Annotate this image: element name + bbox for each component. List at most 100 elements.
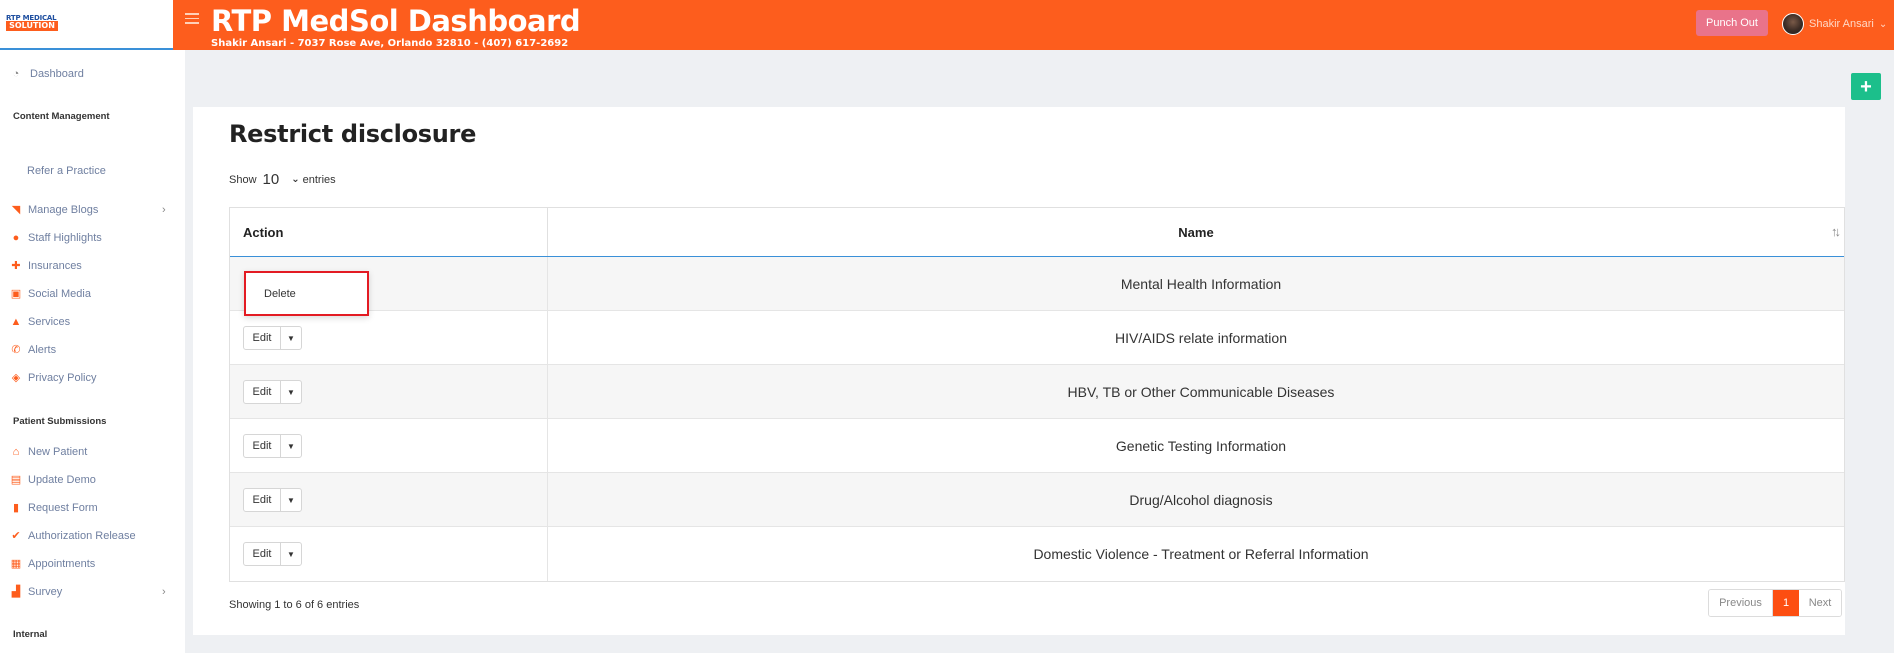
- table-info: Showing 1 to 6 of 6 entries: [229, 599, 360, 611]
- logo[interactable]: RTP MEDICAL SOLUTION: [0, 0, 173, 50]
- chevron-right-icon[interactable]: ›: [162, 204, 166, 216]
- edit-button-group: Edit ▼: [243, 542, 302, 566]
- sidebar-item-label: Authorization Release: [28, 530, 136, 542]
- page-1-button[interactable]: 1: [1773, 590, 1799, 616]
- column-header-name[interactable]: Name ↑↓: [548, 208, 1844, 256]
- show-label: Show: [229, 173, 257, 186]
- sidebar-item-services[interactable]: ▲ Services: [10, 316, 71, 328]
- caret-down-icon[interactable]: ▼: [281, 381, 301, 403]
- sort-icon[interactable]: ↑↓: [1831, 224, 1841, 239]
- user-name: Shakir Ansari: [1809, 18, 1874, 30]
- row-name: Drug/Alcohol diagnosis: [1129, 491, 1273, 508]
- sidebar-item-request-form[interactable]: ▮ Request Form: [10, 502, 98, 514]
- chevron-down-icon: ⌄: [1878, 18, 1888, 30]
- sidebar-item-staff-highlights[interactable]: ● Staff Highlights: [10, 232, 102, 244]
- chevron-right-icon[interactable]: ›: [162, 586, 166, 598]
- table-row: Edit ▼ HBV, TB or Other Communicable Dis…: [230, 365, 1844, 419]
- chevron-down-icon: ⌄: [291, 174, 300, 185]
- entries-length: Show 10 ⌄ entries: [229, 171, 336, 188]
- sidebar-item-label: Dashboard: [30, 68, 84, 80]
- sidebar-item-label: Alerts: [28, 344, 57, 356]
- sidebar-item-manage-blogs[interactable]: ◥ Manage Blogs: [10, 204, 99, 216]
- logo-main-text: SOLUTION: [6, 21, 58, 31]
- sidebar-item-social-media[interactable]: ▣ Social Media: [10, 288, 91, 300]
- avatar: [1782, 13, 1804, 35]
- top-header: RTP MEDICAL SOLUTION RTP MedSol Dashboar…: [0, 0, 1894, 50]
- sidebar-item-alerts[interactable]: ✆ Alerts: [10, 344, 56, 356]
- entries-value: 10: [262, 171, 280, 188]
- delete-menu-item[interactable]: Delete: [264, 288, 296, 300]
- edit-button-group: Edit ▼: [243, 434, 302, 458]
- sidebar-item-privacy-policy[interactable]: ◈ Privacy Policy: [10, 372, 97, 384]
- photos-icon: ▣: [10, 288, 22, 300]
- sidebar-item-label: Survey: [28, 586, 63, 598]
- sidebar-item-label: Manage Blogs: [28, 204, 99, 216]
- edit-button-group: Edit ▼: [243, 380, 302, 404]
- sidebar-item-label: New Patient: [28, 446, 88, 458]
- add-button[interactable]: +: [1851, 73, 1881, 100]
- edit-button[interactable]: Edit: [244, 543, 281, 565]
- edit-button[interactable]: Edit: [244, 381, 281, 403]
- sidebar-item-label: Staff Highlights: [28, 232, 102, 244]
- app-title: RTP MedSol Dashboard: [211, 4, 581, 38]
- actions-dropdown-menu: Delete: [244, 271, 369, 316]
- sidebar-item-dashboard[interactable]: ◔ Dashboard: [10, 68, 84, 80]
- edit-button-group: Edit ▼: [243, 326, 302, 350]
- row-actions: Edit ▼: [230, 419, 548, 472]
- hamburger-menu-icon[interactable]: [185, 13, 199, 25]
- column-header-label: Name: [1178, 224, 1214, 240]
- sidebar-item-appointments[interactable]: ▦ Appointments: [10, 558, 95, 570]
- sidebar-item-refer-practice[interactable]: Refer a Practice: [27, 165, 106, 177]
- sidebar-heading-patient: Patient Submissions: [13, 416, 107, 427]
- clipboard-check-icon: ✔: [11, 530, 21, 542]
- entries-select[interactable]: 10 ⌄: [263, 171, 300, 188]
- row-actions: Edit ▼: [230, 473, 548, 526]
- phone-icon: ✆: [11, 344, 21, 356]
- row-name: Domestic Violence - Treatment or Referra…: [1033, 546, 1369, 562]
- sidebar-item-label: Privacy Policy: [28, 372, 97, 384]
- table-row: Edit ▼ Drug/Alcohol diagnosis: [230, 473, 1844, 527]
- sidebar: ◔ Dashboard Content Management Refer a P…: [0, 50, 185, 653]
- chart-icon: ▟: [11, 586, 21, 598]
- table-row: Edit ▼ Domestic Violence - Treatment or …: [230, 527, 1844, 581]
- next-page-button[interactable]: Next: [1799, 590, 1841, 616]
- row-actions: Edit ▼: [230, 365, 548, 418]
- row-actions: Edit ▼: [230, 527, 548, 581]
- home-icon: ⌂: [12, 446, 20, 458]
- caret-down-icon[interactable]: ▼: [281, 543, 301, 565]
- previous-page-button[interactable]: Previous: [1709, 590, 1773, 616]
- row-actions: Delete: [230, 257, 548, 316]
- sidebar-item-update-demo[interactable]: ▤ Update Demo: [10, 474, 96, 486]
- table-row: Edit ▼ Genetic Testing Information: [230, 419, 1844, 473]
- entries-label: entries: [302, 173, 336, 186]
- calendar-icon: ▦: [10, 558, 22, 570]
- gauge-icon: ◔: [12, 68, 20, 80]
- row-name: Mental Health Information: [1120, 275, 1282, 292]
- sidebar-item-label: Refer a Practice: [27, 165, 106, 177]
- caret-down-icon[interactable]: ▼: [281, 435, 301, 457]
- column-header-action[interactable]: Action: [230, 208, 548, 256]
- sidebar-item-authorization-release[interactable]: ✔ Authorization Release: [10, 530, 136, 542]
- app-subtitle: Shakir Ansari - 7037 Rose Ave, Orlando 3…: [211, 38, 569, 49]
- caret-down-icon[interactable]: ▼: [281, 489, 301, 511]
- table-row: Edit ▼ HIV/AIDS relate information: [230, 311, 1844, 365]
- sidebar-item-label: Request Form: [28, 502, 98, 514]
- edit-button[interactable]: Edit: [244, 327, 281, 349]
- sidebar-item-new-patient[interactable]: ⌂ New Patient: [10, 446, 88, 458]
- caret-down-icon[interactable]: ▼: [281, 327, 301, 349]
- rss-icon: ◥: [11, 204, 21, 216]
- shield-icon: ◈: [11, 372, 21, 384]
- edit-button[interactable]: Edit: [244, 489, 281, 511]
- row-name: HBV, TB or Other Communicable Diseases: [1067, 383, 1335, 400]
- page-title: Restrict disclosure: [229, 120, 477, 148]
- punch-out-button[interactable]: Punch Out: [1696, 10, 1768, 36]
- table-header: Action Name ↑↓: [230, 208, 1844, 257]
- user-menu[interactable]: Shakir Ansari ⌄: [1782, 12, 1887, 36]
- sidebar-item-insurances[interactable]: ✚ Insurances: [10, 260, 81, 272]
- sidebar-item-survey[interactable]: ▟ Survey: [10, 586, 62, 598]
- row-name: HIV/AIDS relate information: [1115, 329, 1287, 346]
- edit-button[interactable]: Edit: [244, 435, 281, 457]
- edit-button-group: Edit ▼: [243, 488, 302, 512]
- file-icon: ▮: [12, 502, 20, 514]
- row-actions: Edit ▼: [230, 311, 548, 364]
